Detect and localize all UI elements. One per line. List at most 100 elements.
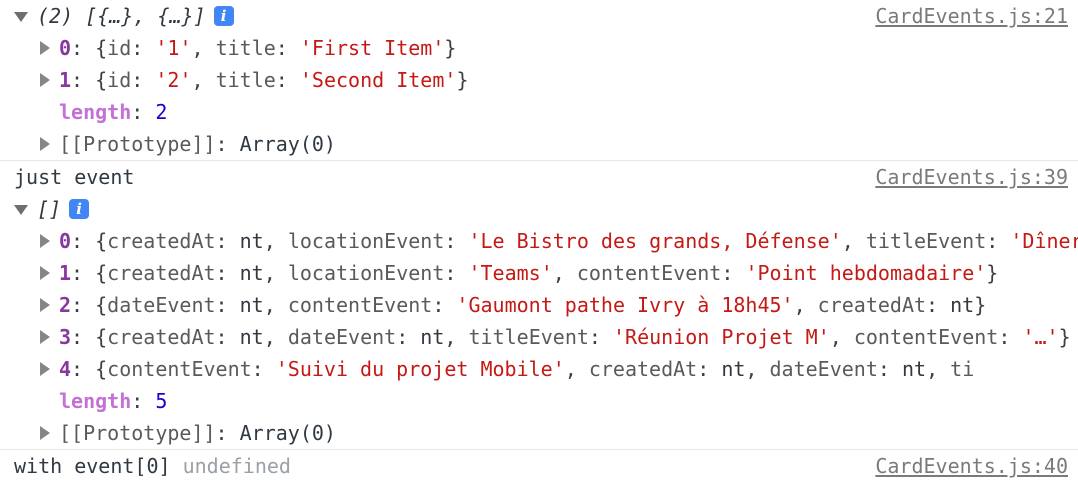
token-nt: nt [950,293,975,317]
object-property-row[interactable]: [[Prototype]]: Array(0) [0,128,1078,160]
length-property-key: length [59,389,132,413]
token-str: '1' [155,36,192,60]
token-prop: id [107,36,132,60]
token-punct: : { [71,229,108,253]
object-property-row[interactable]: [[Prototype]]: Array(0) [0,417,1078,449]
object-property-row[interactable]: 1: {id: '2', title: 'Second Item'} [0,64,1078,96]
token-str: 'Le Bistro des grands, Défense' [468,229,842,253]
token-punct: , [263,261,288,285]
object-property-row[interactable]: 1: {createdAt: nt, locationEvent: 'Teams… [0,257,1078,289]
object-property-row[interactable]: 2: {dateEvent: nt, contentEvent: 'Gaumon… [0,289,1078,321]
token-prop: locationEvent [287,261,445,285]
array-index-key: 1 [59,261,72,285]
token-punct: : [215,325,240,349]
property-disclosure-triangle[interactable] [40,72,50,87]
property-disclosure-triangle[interactable] [40,361,50,376]
property-disclosure-triangle[interactable] [40,40,50,55]
token-str: 'Réunion Projet M' [613,325,830,349]
token-nt: nt [239,261,264,285]
token-punct: : [275,68,300,92]
property-disclosure-triangle[interactable] [40,136,50,151]
source-link[interactable]: CardEvents.js:40 [875,450,1068,482]
token-punct: : [131,68,156,92]
object-property-row[interactable]: length: 5 [0,385,1078,417]
token-prop: locationEvent [287,229,445,253]
token-prop: createdAt [817,293,927,317]
token-prop: contentEvent [107,357,252,381]
token-prop: ti [950,357,975,381]
console-message: CardEvents.js:21 (2) [{…}, {…}] i 0: {id: '… [0,0,1078,161]
source-link[interactable]: CardEvents.js:21 [875,0,1068,32]
property-disclosure-triangle[interactable] [40,297,50,312]
token-punct: : [432,293,457,317]
token-str: 'Dîner' [1010,229,1078,253]
token-punct: : { [71,68,108,92]
token-punct: : [396,325,421,349]
source-link[interactable]: CardEvents.js:39 [875,161,1068,193]
expand-collapse-triangle[interactable] [14,11,28,22]
token-punct: : [926,293,951,317]
info-icon[interactable]: i [213,5,234,26]
token-str: 'Teams' [468,261,553,285]
token-punct: : { [71,293,108,317]
info-icon[interactable]: i [69,198,90,219]
token-prop: contentEvent [576,261,722,285]
object-property-row[interactable]: 4: {contentEvent: 'Suivi du projet Mobil… [0,353,1078,385]
array-index-key: 3 [59,325,72,349]
token-punct: : [215,229,240,253]
console-message: CardEvents.js:39 just event[] i 0: {created… [0,161,1078,450]
token-punct: : { [71,36,108,60]
token-str: 'Gaumont pathe Ivry à 18h45' [456,293,794,317]
token-num: 2 [155,100,168,124]
token-punct: : [998,325,1023,349]
token-nt: nt [420,325,445,349]
token-punct: , [841,229,866,253]
token-punct [171,454,183,478]
token-str: '…' [1022,325,1059,349]
token-punct: } [1058,325,1071,349]
token-prop: dateEvent [769,357,878,381]
token-punct: : [215,261,240,285]
token-punct: : [877,357,902,381]
token-punct: : [275,36,300,60]
token-nt: nt [239,229,264,253]
array-index-key: 0 [59,36,72,60]
array-index-key: 0 [59,229,72,253]
prototype-property-key: [[Prototype]] [59,421,216,445]
token-prop: title [215,68,276,92]
object-property-row[interactable]: length: 2 [0,96,1078,128]
object-property-row[interactable]: 0: {createdAt: nt, locationEvent: 'Le Bi… [0,225,1078,257]
object-property-row[interactable]: 3: {createdAt: nt, dateEvent: nt, titleE… [0,321,1078,353]
token-punct: , [926,357,951,381]
property-disclosure-triangle[interactable] [40,329,50,344]
property-disclosure-triangle[interactable] [40,265,50,280]
token-str: 'Suivi du projet Mobile' [275,357,565,381]
token-punct: : [215,421,240,445]
token-prop: contentEvent [287,293,433,317]
log-label-text: with event[0] [14,454,171,478]
console-message: CardEvents.js:40 with event[0] undefined [0,450,1078,482]
object-preview-header[interactable]: [] i [0,193,1078,225]
token-punct: } [444,36,457,60]
token-punct: , [263,293,288,317]
token-prop: createdAt [107,229,216,253]
token-nt: nt [721,357,746,381]
property-disclosure-triangle[interactable] [40,425,50,440]
token-punct: : [986,229,1011,253]
token-punct: : [131,100,156,124]
token-punct: : [215,132,240,156]
expand-collapse-triangle[interactable] [14,204,28,215]
token-nt: nt [901,357,927,381]
devtools-console-panel: CardEvents.js:21 (2) [{…}, {…}] i 0: {id: '… [0,0,1078,500]
property-disclosure-triangle[interactable] [40,233,50,248]
undefined-value: undefined [182,454,291,478]
token-punct: : [588,325,613,349]
array-index-key: 4 [59,357,72,381]
token-str: 'Second Item' [299,68,457,92]
token-arr0: Array(0) [239,421,336,445]
array-index-key: 1 [59,68,72,92]
token-punct: : { [71,357,108,381]
token-prop: dateEvent [107,293,216,317]
object-property-row[interactable]: 0: {id: '1', title: 'First Item'} [0,32,1078,64]
token-punct: , [564,357,589,381]
